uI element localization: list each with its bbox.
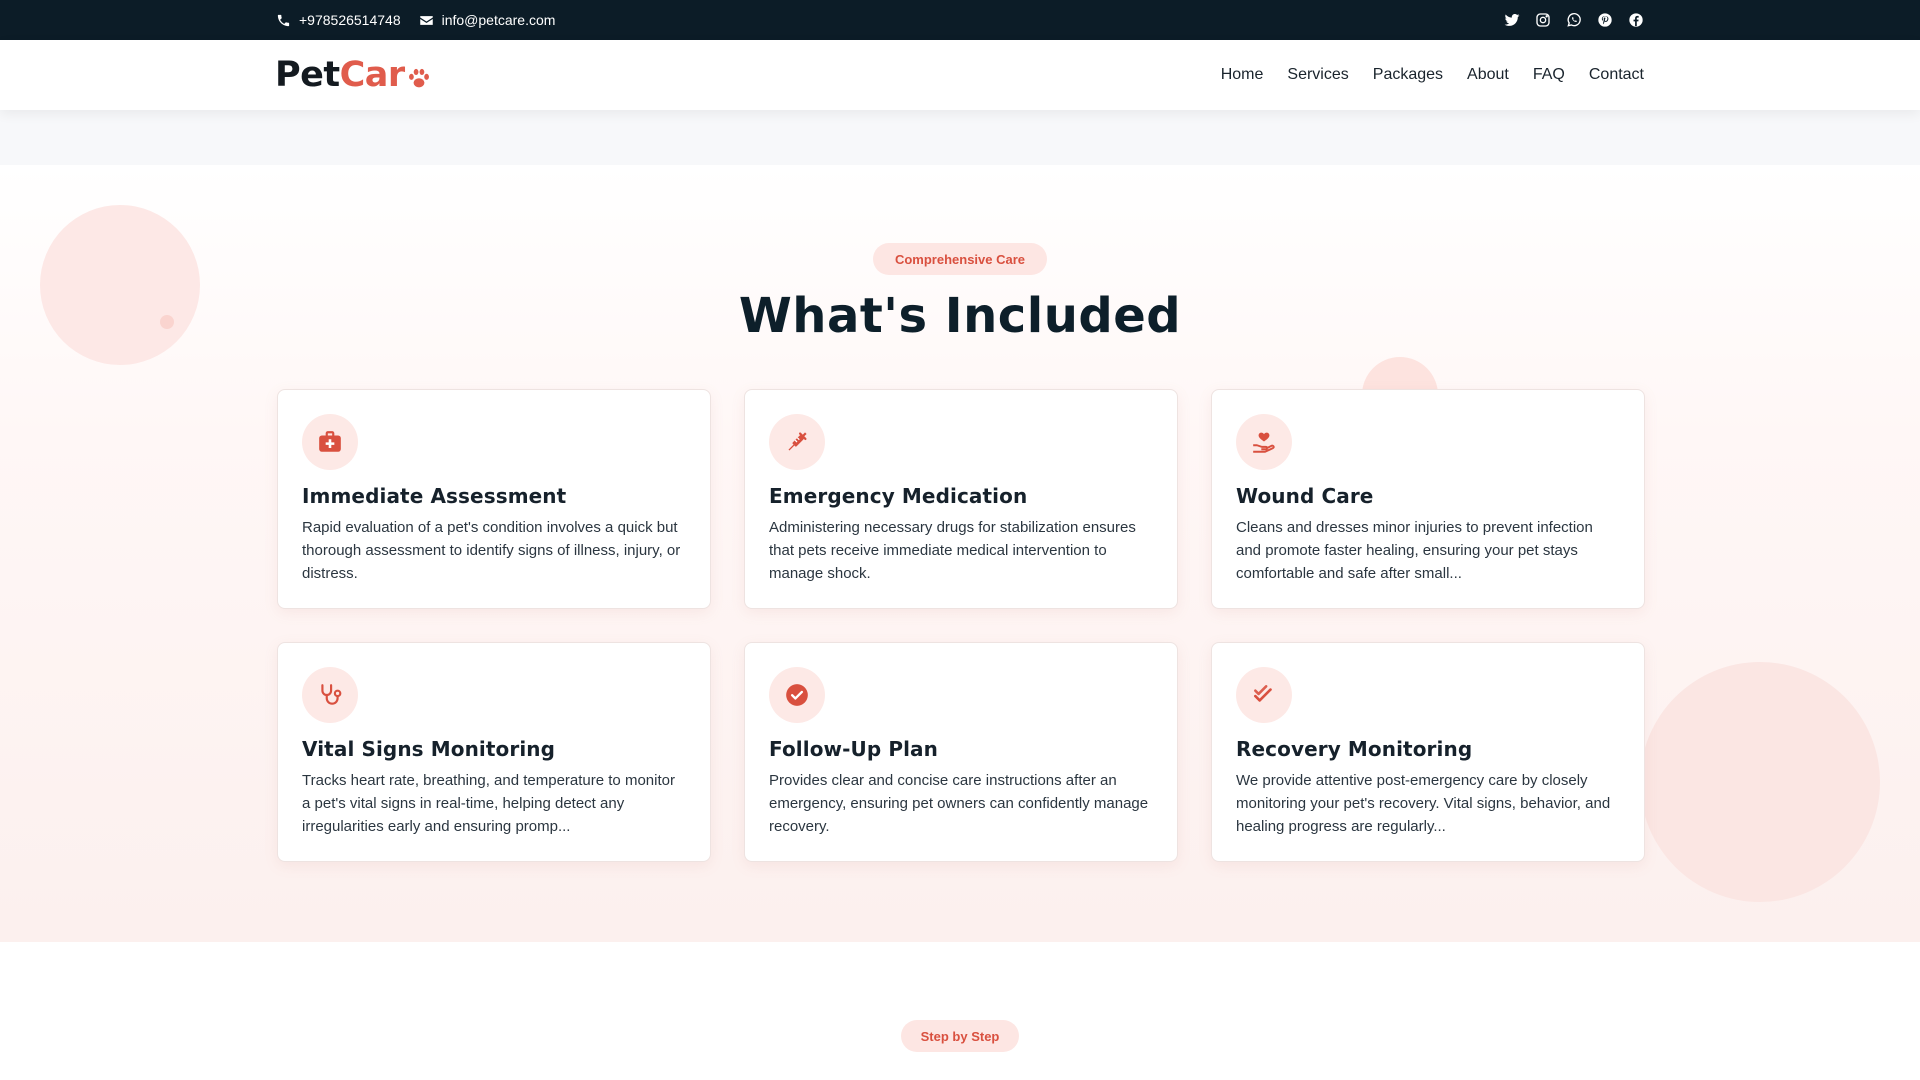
medical-kit-icon [319, 431, 341, 452]
whatsapp-icon[interactable] [1566, 12, 1582, 28]
card-title: Vital Signs Monitoring [302, 737, 556, 761]
section-divider [0, 110, 1920, 165]
card-icon-wrap [1236, 667, 1292, 723]
phone-icon [277, 14, 290, 26]
twitter-icon[interactable] [1504, 12, 1520, 28]
card-icon-wrap [1236, 414, 1292, 470]
card-text: Administering necessary drugs for stabil… [769, 519, 1136, 582]
card-title: Wound Care [1236, 484, 1374, 508]
card-icon-wrap [302, 667, 358, 723]
email-link[interactable]: info@petcare.com [419, 12, 556, 28]
phone-link[interactable]: +978526514748 [276, 12, 401, 28]
instagram-icon[interactable] [1535, 12, 1551, 28]
service-card[interactable]: Follow-Up Plan Provides clear and concis… [744, 642, 1178, 862]
contact-info: +978526514748 info@petcare.com [276, 0, 555, 40]
nav-menu: Home Services Packages About FAQ Contact [1221, 40, 1644, 110]
pinterest-icon[interactable] [1597, 12, 1613, 28]
service-card[interactable]: Vital Signs Monitoring Tracks heart rate… [277, 642, 711, 862]
card-icon-wrap [769, 667, 825, 723]
logo-text-care: Car [339, 55, 406, 95]
service-card[interactable]: Recovery Monitoring We provide attentive… [1211, 642, 1645, 862]
envelope-icon [419, 15, 433, 25]
nav-services[interactable]: Services [1287, 66, 1348, 84]
card-text: Rapid evaluation of a pet's condition in… [302, 519, 681, 582]
paw-icon [408, 68, 429, 88]
stethoscope-icon [321, 684, 342, 705]
nav-faq[interactable]: FAQ [1533, 66, 1565, 84]
site-logo[interactable]: Pet Car [275, 54, 432, 96]
services-grid: Immediate Assessment Rapid evaluation of… [277, 389, 1645, 862]
social-links [1504, 0, 1644, 40]
card-title: Recovery Monitoring [1236, 737, 1473, 761]
next-section-badge: Step by Step [901, 1020, 1019, 1052]
top-bar: +978526514748 info@petcare.com [0, 0, 1920, 40]
email-address: info@petcare.com [441, 12, 556, 28]
card-title: Immediate Assessment [302, 484, 567, 508]
nav-about[interactable]: About [1467, 66, 1509, 84]
logo-text-pet: Pet [275, 55, 340, 95]
main-navbar: Pet Car Home Services Packages About FAQ… [0, 40, 1920, 110]
syringe-icon [788, 432, 807, 451]
phone-number: +978526514748 [299, 12, 401, 28]
nav-contact[interactable]: Contact [1589, 66, 1644, 84]
card-text: Provides clear and concise care instruct… [769, 772, 1149, 835]
card-text: Tracks heart rate, breathing, and temper… [302, 772, 675, 835]
card-title: Emergency Medication [769, 484, 1028, 508]
double-check-icon [1254, 685, 1272, 702]
nav-home[interactable]: Home [1221, 66, 1264, 84]
card-title: Follow-Up Plan [769, 737, 938, 761]
service-card[interactable]: Immediate Assessment Rapid evaluation of… [277, 389, 711, 609]
check-circle-icon [786, 684, 808, 706]
card-text: Cleans and dresses minor injuries to pre… [1236, 519, 1593, 582]
section-title: What's Included [738, 288, 1182, 344]
hand-holding-heart-icon [1253, 432, 1275, 453]
card-icon-wrap [302, 414, 358, 470]
service-card[interactable]: Wound Care Cleans and dresses minor inju… [1211, 389, 1645, 609]
decorative-circle [1640, 662, 1880, 902]
nav-packages[interactable]: Packages [1373, 66, 1443, 84]
service-card[interactable]: Emergency Medication Administering neces… [744, 389, 1178, 609]
card-text: We provide attentive post-emergency care… [1236, 772, 1611, 835]
section-badge: Comprehensive Care [873, 243, 1047, 275]
facebook-icon[interactable] [1628, 12, 1644, 28]
card-icon-wrap [769, 414, 825, 470]
